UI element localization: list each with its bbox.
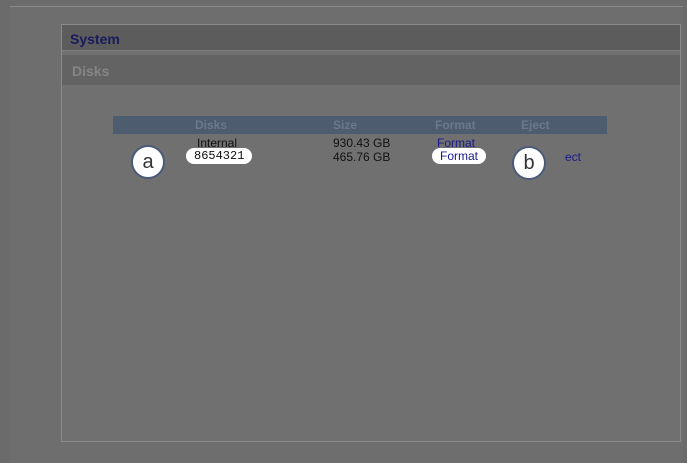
table-header: Disks Size Format Eject <box>113 116 607 134</box>
main-panel: System Disks Disks Size Format Eject Int… <box>61 24 681 442</box>
header-disks: Disks <box>195 118 228 132</box>
disk-size: 465.76 GB <box>333 150 391 164</box>
callout-b-label: b <box>523 151 535 174</box>
header-format: Format <box>435 118 476 132</box>
callout-a-label: a <box>142 150 154 173</box>
eject-link[interactable]: ect <box>565 150 581 164</box>
disks-section-title: Disks <box>72 63 110 79</box>
disks-section-header: Disks <box>62 55 680 85</box>
header-eject: Eject <box>521 118 550 132</box>
system-header: System <box>62 25 680 51</box>
callout-b: b <box>512 146 546 180</box>
format-button[interactable]: Format <box>432 148 487 164</box>
callout-a: a <box>131 145 165 179</box>
header-size: Size <box>333 118 358 132</box>
disk-name: 8654321 <box>186 148 253 164</box>
system-title: System <box>70 31 120 47</box>
